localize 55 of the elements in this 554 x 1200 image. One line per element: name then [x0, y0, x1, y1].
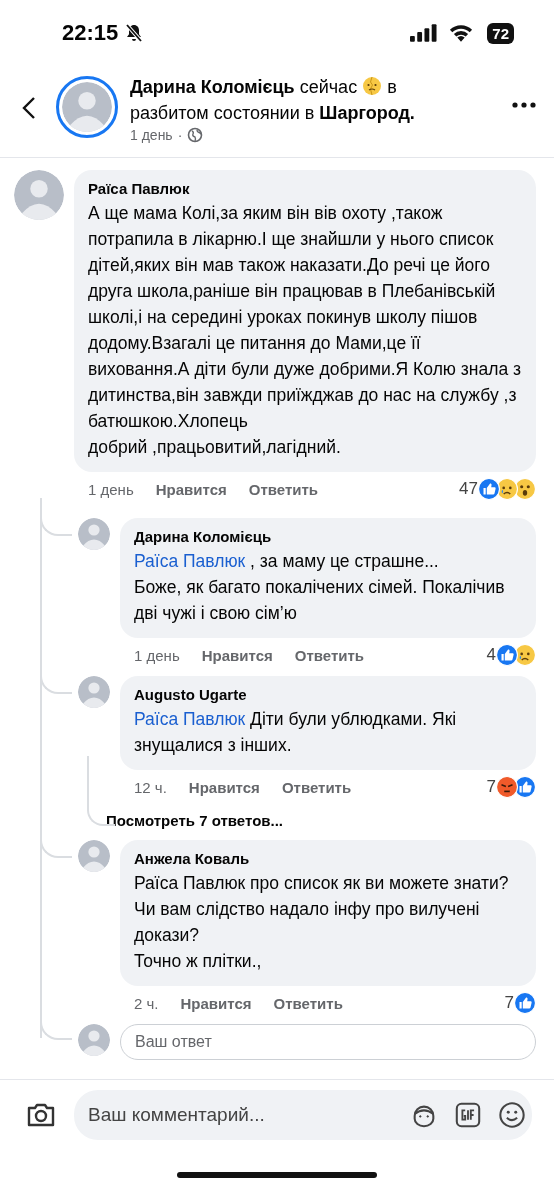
camera-icon[interactable]	[26, 1102, 56, 1128]
comment-text: Раїса Павлюк , за маму це страшне... Боже, як багато покалічених сімей. Покалічив дві чужі і свою сім’ю	[134, 550, 506, 625]
signal-icon	[410, 24, 438, 42]
separator-dot: ·	[177, 127, 183, 143]
author-name[interactable]: Раїса Павлюк	[88, 180, 190, 197]
like-link[interactable]: Нравится	[188, 778, 260, 796]
reply-link[interactable]: Ответить	[273, 994, 343, 1012]
author-name[interactable]: Дарина Коломієць	[134, 528, 272, 545]
comment-time: 12 ч.	[134, 778, 167, 796]
back-button[interactable]	[22, 96, 36, 120]
author-name[interactable]: Augusto Ugarte	[134, 686, 247, 703]
reaction-count: 4	[486, 645, 496, 665]
status-time: 22:15	[62, 20, 119, 46]
more-options-button[interactable]	[512, 102, 536, 108]
reply-link[interactable]: Ответить	[248, 480, 319, 498]
reaction-count: 7	[486, 777, 496, 797]
broken-face-emoji-icon	[362, 76, 383, 96]
reaction-count: 47	[459, 479, 478, 499]
like-reaction-icon	[496, 644, 518, 666]
feeling-text: в	[387, 77, 397, 97]
globe-icon	[187, 127, 204, 143]
profile-avatar[interactable]	[56, 76, 118, 138]
author-name[interactable]: Анжела Коваль	[134, 850, 250, 867]
feeling-text: разбитом состоянии в Шаргород.	[130, 103, 415, 123]
battery-indicator: 72	[487, 22, 514, 44]
comment-time: 1 день	[134, 646, 180, 664]
sad-reaction-icon	[514, 644, 536, 666]
activity-text: сейчас	[299, 77, 358, 97]
comment-input-field[interactable]: Ваш комментарий...	[74, 1090, 532, 1140]
comment-text: А ще мама Колі,за яким він вів охоту ,також потрапила в лікарню.І ще знайшли у нього список дітей,яких він мав також наказати.До речі це його друга школа,раніше він працював в Плебанівській школі,і на середині уроках покинув школу пішов додому.Взагалі це питання до Мами,це її виховання.А діти були дуже добрими.Я Колю знала з дитинства,він завжди приїжджав до нас на службу ,з батюшкою.Хлопець добрий ,працьовитий,лагідний.	[88, 202, 522, 459]
comment-time: 1 день	[88, 480, 134, 498]
comment-text: Раїса Павлюк про список як ви можете знати? Чи вам слідство надало інфу про вилучені докази? Точно ж плітки.,	[134, 872, 510, 973]
comment-time: 2 ч.	[134, 994, 159, 1012]
emoji-icon[interactable]	[498, 1101, 526, 1129]
reply-link[interactable]: Ответить	[294, 646, 365, 664]
like-link[interactable]: Нравится	[155, 480, 227, 498]
post-time: 1 день	[130, 127, 173, 143]
like-link[interactable]: Нравится	[180, 994, 252, 1012]
gif-icon[interactable]	[454, 1101, 482, 1129]
wifi-icon	[449, 24, 474, 42]
like-link[interactable]: Нравится	[201, 646, 273, 664]
like-reaction-icon	[514, 992, 536, 1014]
angry-reaction-icon	[496, 776, 518, 798]
mention-link[interactable]: Раїса Павлюк	[134, 551, 246, 571]
reaction-count: 7	[504, 993, 514, 1013]
comment-text: Раїса Павлюк Діти були ублюдками. Які знущалися з інших.	[134, 708, 458, 757]
sad-reaction-icon	[496, 478, 518, 500]
mention-link[interactable]: Раїса Павлюк	[134, 709, 246, 729]
like-reaction-icon	[478, 478, 500, 500]
post-author[interactable]: Дарина Коломієць	[130, 77, 295, 97]
view-replies-link[interactable]: Посмотреть 7 ответов...	[106, 812, 283, 829]
wow-reaction-icon	[514, 478, 536, 500]
like-reaction-icon	[514, 776, 536, 798]
thread-line	[40, 498, 72, 536]
reply-link[interactable]: Ответить	[281, 778, 352, 796]
